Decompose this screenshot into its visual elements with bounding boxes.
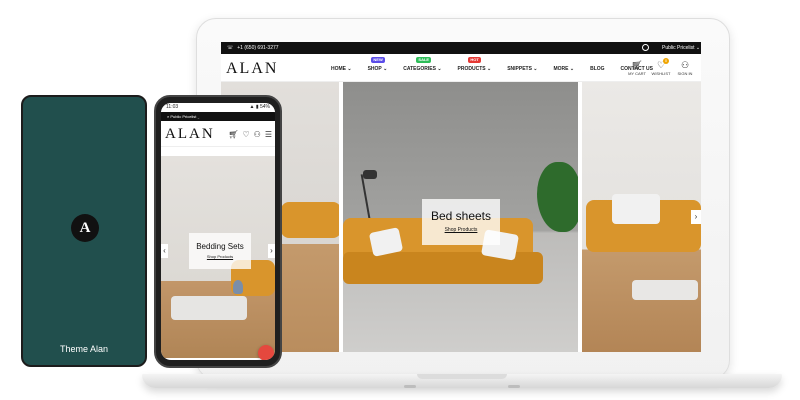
hero-caption: Bedding Sets Shop Products bbox=[189, 233, 251, 269]
shop-products-link[interactable]: Shop Products bbox=[189, 254, 251, 259]
table-image bbox=[171, 296, 247, 320]
nav-label: SNIPPETS ⌄ bbox=[507, 66, 538, 72]
laptop-foot bbox=[404, 385, 416, 388]
site-logo[interactable]: ALAN bbox=[226, 60, 278, 78]
theme-title: Theme Alan bbox=[59, 344, 109, 354]
laptop-foot bbox=[508, 385, 520, 388]
header-icons: 🛒︎ ♡ ⚇ ☰ bbox=[224, 130, 272, 139]
pricelist-dropdown[interactable]: Public Pricelist ⌄ bbox=[662, 45, 700, 51]
shop-products-link[interactable]: Shop Products bbox=[422, 227, 500, 233]
phone-number[interactable]: +1 (650) 691-3277 bbox=[237, 45, 278, 51]
nav-products[interactable]: HOT PRODUCTS ⌄ bbox=[457, 57, 492, 72]
nav-label: CATEGORIES ⌄ bbox=[403, 66, 442, 72]
hero-slide-next bbox=[582, 82, 701, 352]
main-nav: HOME ⌄ NEW SHOP ⌄ SALE CATEGORIES ⌄ HOT … bbox=[331, 57, 669, 72]
sign-in-button[interactable]: ⚇ SIGN IN bbox=[673, 59, 697, 76]
cart-icon: 🛒︎ bbox=[631, 60, 643, 70]
lamp-image bbox=[360, 174, 372, 224]
search-icon[interactable] bbox=[642, 44, 649, 51]
sale-badge: SALE bbox=[416, 57, 432, 63]
cart-icon[interactable]: 🛒︎ bbox=[228, 130, 238, 139]
showcase: A Theme Alan ☏ +1 (650) 691-3277 Public … bbox=[0, 0, 800, 400]
pillow bbox=[612, 194, 660, 224]
hero-carousel[interactable]: Bed sheets Shop Products › bbox=[221, 82, 701, 352]
header-icons: 🛒︎ MY CART ♡ 0 WISHLIST ⚇ SIGN IN bbox=[625, 58, 697, 76]
vase-image bbox=[233, 280, 243, 294]
site-header: ALAN HOME ⌄ NEW SHOP ⌄ SALE CATEGORIES ⌄… bbox=[221, 54, 701, 82]
chevron-right-icon[interactable]: › bbox=[691, 210, 701, 224]
laptop-screen: ☏ +1 (650) 691-3277 Public Pricelist ⌄ A… bbox=[221, 42, 701, 352]
site-logo[interactable]: ALAN bbox=[165, 126, 215, 143]
wishlist-label: WISHLIST bbox=[651, 71, 671, 76]
status-bar: 11:03 ▲ ▮ 54% bbox=[161, 103, 275, 112]
theme-logo-icon: A bbox=[71, 214, 99, 242]
wishlist-count-badge: 0 bbox=[663, 58, 669, 64]
nav-shop[interactable]: NEW SHOP ⌄ bbox=[367, 57, 388, 72]
nav-label: HOME ⌄ bbox=[331, 66, 352, 72]
user-icon[interactable]: ⚇ bbox=[254, 130, 261, 139]
hero-title: Bed sheets bbox=[430, 209, 492, 223]
new-badge: NEW bbox=[371, 57, 385, 63]
wishlist-button[interactable]: ♡ 0 WISHLIST bbox=[649, 58, 673, 76]
phone-icon: ☏ bbox=[227, 45, 234, 51]
heart-icon[interactable]: ♡ bbox=[242, 130, 249, 139]
hero-slide-active: Bed sheets Shop Products bbox=[343, 82, 578, 352]
pricelist-dropdown[interactable]: Public Pricelist ⌄ bbox=[170, 114, 199, 119]
phone-screen: 11:03 ▲ ▮ 54% ⌕ Public Pricelist ⌄ ALAN … bbox=[161, 103, 275, 360]
hero-title: Bedding Sets bbox=[196, 242, 244, 251]
status-time: 11:03 bbox=[166, 104, 179, 110]
nav-categories[interactable]: SALE CATEGORIES ⌄ bbox=[403, 57, 442, 72]
chat-icon[interactable] bbox=[258, 345, 274, 360]
nav-label: BLOG bbox=[590, 66, 605, 72]
theme-card[interactable]: A Theme Alan bbox=[21, 95, 147, 367]
site-header: ALAN 🛒︎ ♡ ⚇ ☰ bbox=[161, 121, 275, 147]
cart-label: MY CART bbox=[628, 71, 646, 76]
nav-more[interactable]: MORE ⌄ bbox=[554, 66, 575, 72]
nav-label: SHOP ⌄ bbox=[367, 66, 388, 72]
hot-badge: HOT bbox=[468, 57, 481, 63]
cart-button[interactable]: 🛒︎ MY CART bbox=[625, 59, 649, 76]
nav-home[interactable]: HOME ⌄ bbox=[331, 66, 352, 72]
hero-carousel[interactable]: Bedding Sets Shop Products ‹ › bbox=[161, 156, 275, 358]
user-icon: ⚇ bbox=[680, 60, 690, 70]
nav-label: PRODUCTS ⌄ bbox=[457, 66, 492, 72]
plant-image bbox=[537, 162, 578, 232]
chevron-right-icon[interactable]: › bbox=[268, 244, 275, 258]
nav-snippets[interactable]: SNIPPETS ⌄ bbox=[507, 66, 537, 72]
top-bar: ⌕ Public Pricelist ⌄ bbox=[161, 112, 275, 121]
laptop-base bbox=[142, 374, 782, 388]
nav-blog[interactable]: BLOG bbox=[590, 66, 604, 72]
sign-in-label: SIGN IN bbox=[677, 71, 693, 76]
menu-icon[interactable]: ☰ bbox=[265, 130, 272, 139]
sofa-image bbox=[281, 202, 339, 238]
top-bar: ☏ +1 (650) 691-3277 Public Pricelist ⌄ bbox=[221, 42, 701, 54]
hero-caption: Bed sheets Shop Products bbox=[422, 199, 500, 245]
phone-frame: 11:03 ▲ ▮ 54% ⌕ Public Pricelist ⌄ ALAN … bbox=[154, 95, 282, 368]
nav-label: MORE ⌄ bbox=[553, 66, 575, 72]
lamp-shade bbox=[363, 170, 377, 179]
table-image bbox=[632, 280, 698, 300]
status-indicators: ▲ ▮ 54% bbox=[249, 104, 271, 110]
laptop-notch bbox=[417, 374, 507, 379]
chevron-left-icon[interactable]: ‹ bbox=[161, 244, 168, 258]
heart-icon: ♡ bbox=[656, 60, 666, 70]
